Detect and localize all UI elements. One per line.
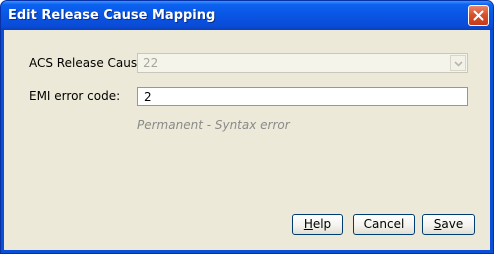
dialog-window: Edit Release Cause Mapping ACS Release C…	[0, 0, 494, 254]
chevron-down-icon	[454, 61, 463, 67]
acs-release-cause-label: ACS Release Cause:	[29, 56, 149, 70]
help-button[interactable]: Help	[292, 214, 343, 235]
acs-release-cause-select[interactable]: 22	[137, 53, 468, 73]
help-label-rest: elp	[312, 217, 332, 231]
error-description: Permanent - Syntax error	[137, 118, 290, 132]
dialog-content: ACS Release Cause: 22 EMI error code: 2 …	[4, 30, 490, 250]
acs-release-cause-value: 22	[143, 56, 159, 70]
save-button[interactable]: Save	[422, 214, 475, 235]
close-button[interactable]	[468, 5, 489, 26]
dropdown-button[interactable]	[450, 55, 466, 71]
emi-error-code-label: EMI error code:	[29, 89, 121, 103]
close-icon	[473, 10, 484, 21]
save-label-rest: ave	[441, 217, 464, 231]
cancel-button[interactable]: Cancel	[353, 214, 415, 235]
emi-error-code-input[interactable]: 2	[137, 87, 468, 106]
window-title: Edit Release Cause Mapping	[8, 8, 216, 23]
title-bar[interactable]: Edit Release Cause Mapping	[1, 1, 493, 30]
emi-error-code-value: 2	[144, 90, 152, 104]
help-mnemonic: H	[303, 217, 313, 231]
